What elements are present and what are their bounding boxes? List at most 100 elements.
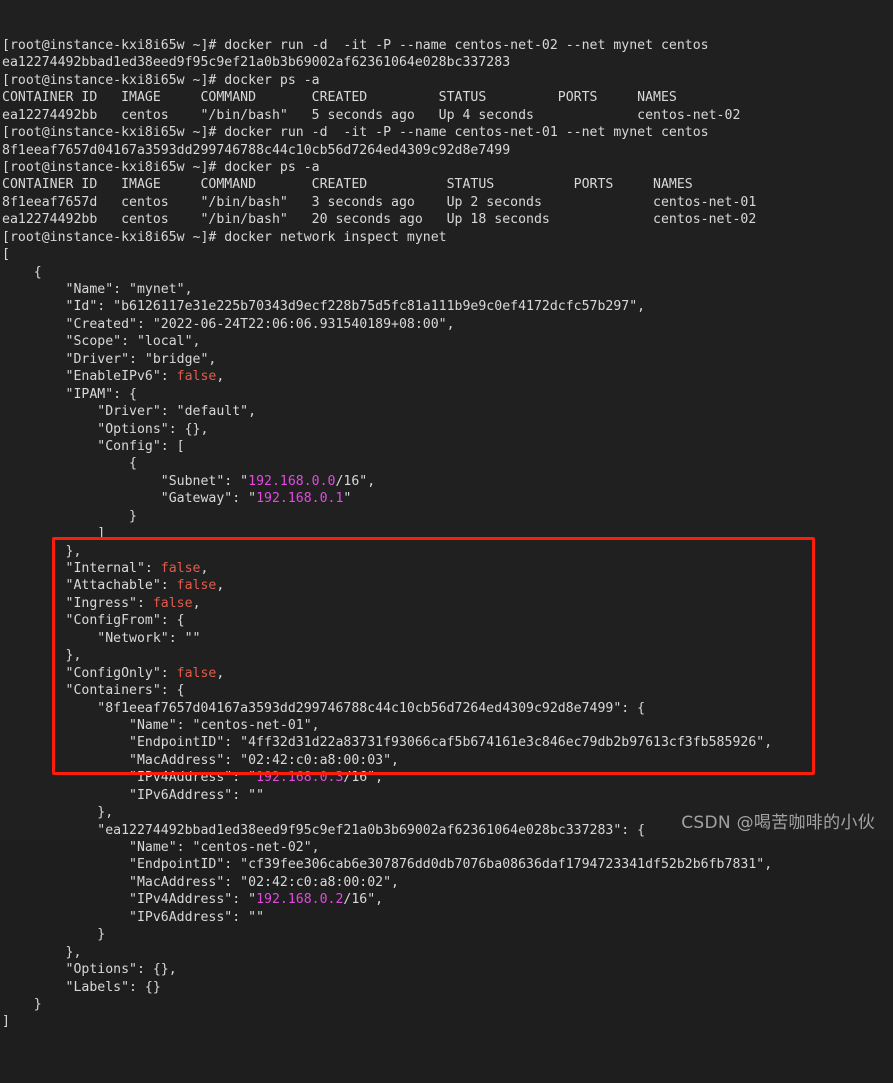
terminal-line: [ [2,246,893,263]
terminal-text-span: "Driver": "default", [2,404,257,420]
terminal-text-span: "Id": "b6126117e31e225b70343d9ecf228b75d… [2,299,646,315]
terminal-text-span: "Name": "centos-net-02", [2,840,320,856]
terminal-line: "IPv6Address": "" [2,787,893,804]
terminal-text-span: /16", [343,892,384,908]
terminal-text-span: "IPAM": { [2,386,137,402]
terminal-line: [root@instance-kxi8i65w ~]# docker run -… [2,37,893,54]
terminal-line: { [2,455,893,472]
terminal-text-span: "Labels": {} [2,979,161,995]
terminal-text-span: "IPv4Address": " [2,770,257,786]
terminal-text-span: , [216,578,225,594]
terminal-text-span: "IPv6Address": "" [2,909,265,925]
terminal-line: ea12274492bbad1ed38eed9f95c9ef21a0b3b690… [2,54,893,71]
terminal-text-span: "IPv4Address": " [2,892,257,908]
terminal-line: "Name": "centos-net-01", [2,717,893,734]
terminal-text-span: [root@instance-kxi8i65w ~]# docker ps -a [2,72,320,88]
terminal-line: "IPv4Address": "192.168.0.2/16", [2,891,893,908]
terminal-line: ] [2,1013,893,1030]
terminal-line: [root@instance-kxi8i65w ~]# docker ps -a [2,72,893,89]
terminal-text-span: "Options": {}, [2,962,177,978]
terminal-text-span: ] [2,526,106,542]
terminal-text-span: , [216,369,225,385]
terminal-text-span: "ConfigOnly": [2,665,177,681]
terminal-text-span: 8f1eeaf7657d04167a3593dd299746788c44c10c… [2,142,511,158]
terminal-text-span: /16", [343,770,384,786]
terminal-line: } [2,996,893,1013]
terminal-line: ea12274492bb centos "/bin/bash" 20 secon… [2,211,893,228]
terminal-text-span: "Driver": "bridge", [2,351,217,367]
terminal-line: "Name": "centos-net-02", [2,839,893,856]
terminal-line: "Config": [ [2,438,893,455]
terminal-line: }, [2,543,893,560]
terminal-text-span: false [176,665,217,681]
terminal-line: "Subnet": "192.168.0.0/16", [2,473,893,490]
terminal-text-span: "Scope": "local", [2,334,201,350]
terminal-line: "MacAddress": "02:42:c0:a8:00:02", [2,874,893,891]
terminal-text-span: "EndpointID": "4ff32d31d22a83731f93066ca… [2,735,773,751]
terminal-line: [root@instance-kxi8i65w ~]# docker ps -a [2,159,893,176]
terminal-text-span: ea12274492bb centos "/bin/bash" 20 secon… [2,212,757,228]
terminal-line: "EnableIPv6": false, [2,368,893,385]
terminal-line: "Internal": false, [2,560,893,577]
terminal-line: "Scope": "local", [2,333,893,350]
terminal-line: "ConfigOnly": false, [2,665,893,682]
terminal-text-span: } [2,508,137,524]
terminal-line: "IPv4Address": "192.168.0.3/16", [2,769,893,786]
terminal-line: "Ingress": false, [2,595,893,612]
terminal-line: "Network": "" [2,630,893,647]
terminal-line: "EndpointID": "cf39fee306cab6e307876dd0d… [2,856,893,873]
terminal-line: "Labels": {} [2,979,893,996]
terminal-line: "MacAddress": "02:42:c0:a8:00:03", [2,752,893,769]
terminal-text-span: ea12274492bbad1ed38eed9f95c9ef21a0b3b690… [2,55,511,71]
terminal-text-span: "Internal": [2,561,161,577]
terminal-text-span: [root@instance-kxi8i65w ~]# docker run -… [2,125,709,141]
terminal-line: "Gateway": "192.168.0.1" [2,490,893,507]
terminal-text-span: "Containers": { [2,683,185,699]
terminal-text-span: "MacAddress": "02:42:c0:a8:00:02", [2,874,399,890]
terminal-line: "Driver": "bridge", [2,351,893,368]
terminal-text-span: , [200,561,209,577]
terminal-output: [root@instance-kxi8i65w ~]# docker run -… [2,37,893,1031]
terminal-text-span: { [2,456,137,472]
terminal-line: "Name": "mynet", [2,281,893,298]
terminal-line: CONTAINER ID IMAGE COMMAND CREATED STATU… [2,89,893,106]
terminal-text-span: [ [2,247,10,263]
terminal-text-span: 192.168.0.0 [248,473,336,489]
terminal-text-span: false [176,369,217,385]
terminal-line: [root@instance-kxi8i65w ~]# docker run -… [2,124,893,141]
terminal-line: } [2,926,893,943]
terminal-text-span: "Created": "2022-06-24T22:06:06.93154018… [2,316,455,332]
terminal-window[interactable]: [root@instance-kxi8i65w ~]# docker run -… [0,0,893,1029]
terminal-line: }, [2,647,893,664]
terminal-line: "Containers": { [2,682,893,699]
terminal-text-span: [root@instance-kxi8i65w ~]# docker netwo… [2,229,447,245]
terminal-text-span: , [192,595,201,611]
terminal-text-span: "Ingress": [2,595,153,611]
watermark-label: CSDN @喝苦咖啡的小伙 [681,812,875,833]
terminal-text-span: "8f1eeaf7657d04167a3593dd299746788c44c10… [2,700,646,716]
terminal-text-span: 8f1eeaf7657d centos "/bin/bash" 3 second… [2,194,757,210]
terminal-line: CONTAINER ID IMAGE COMMAND CREATED STATU… [2,176,893,193]
terminal-text-span: ] [2,1014,10,1030]
terminal-text-span: } [2,927,106,943]
terminal-line: ea12274492bb centos "/bin/bash" 5 second… [2,107,893,124]
terminal-text-span: }, [2,805,114,821]
terminal-text-span: "EnableIPv6": [2,369,177,385]
terminal-text-span: "MacAddress": "02:42:c0:a8:00:03", [2,752,399,768]
terminal-line: "EndpointID": "4ff32d31d22a83731f93066ca… [2,734,893,751]
terminal-line: [root@instance-kxi8i65w ~]# docker netwo… [2,229,893,246]
terminal-line: "Created": "2022-06-24T22:06:06.93154018… [2,316,893,333]
terminal-line: }, [2,944,893,961]
terminal-line: "Driver": "default", [2,403,893,420]
terminal-text-span: "Network": "" [2,630,201,646]
terminal-line: "IPAM": { [2,386,893,403]
terminal-text-span: CONTAINER ID IMAGE COMMAND CREATED STATU… [2,177,693,193]
terminal-text-span: false [176,578,217,594]
terminal-text-span: "Gateway": " [2,491,257,507]
terminal-text-span: "Options": {}, [2,421,209,437]
terminal-text-span: 192.168.0.1 [256,491,344,507]
terminal-text-span: 192.168.0.2 [256,892,344,908]
terminal-text-span: "Attachable": [2,578,177,594]
terminal-text-span: ea12274492bb centos "/bin/bash" 5 second… [2,107,741,123]
terminal-line: "8f1eeaf7657d04167a3593dd299746788c44c10… [2,700,893,717]
